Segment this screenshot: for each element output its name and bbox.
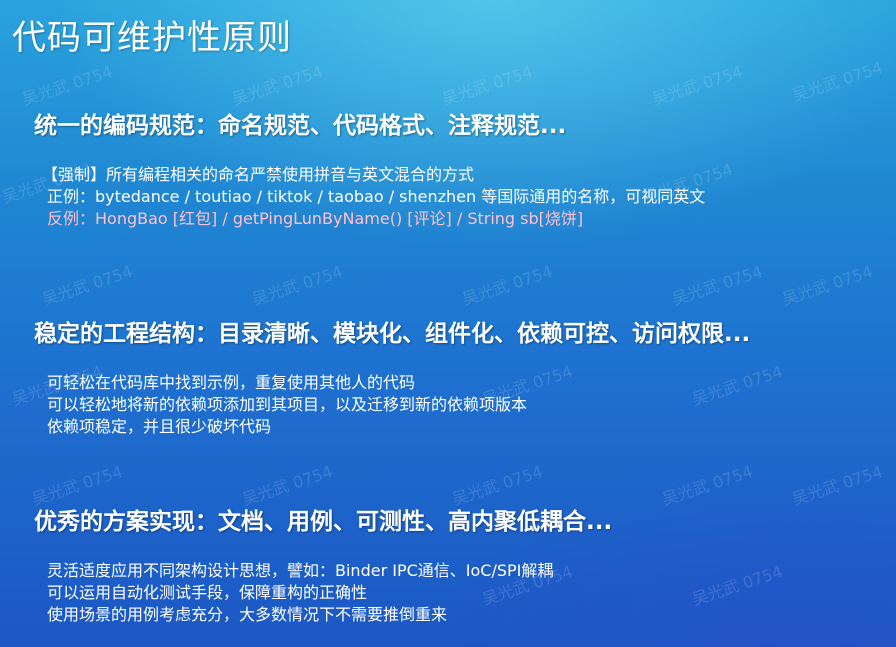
page-title: 代码可维护性原则	[12, 18, 292, 58]
body-line: 可以运用自动化测试手段，保障重构的正确性	[47, 583, 368, 602]
positive-example-line: 正例：bytedance / toutiao / tiktok / taobao…	[47, 187, 706, 206]
watermark: 吴光武 0754	[459, 261, 555, 309]
section-body: 可轻松在代码库中找到示例，重复使用其他人的代码 可以轻松地将新的依赖项添加到其项…	[42, 372, 527, 438]
watermark: 吴光武 0754	[249, 261, 345, 309]
watermark: 吴光武 0754	[669, 261, 765, 309]
rule-line: 【强制】所有编程相关的命名严禁使用拼音与英文混合的方式	[42, 165, 475, 184]
section-heading: 统一的编码规范：命名规范、代码格式、注释规范...	[34, 113, 567, 139]
section-body: 灵活适度应用不同架构设计思想，譬如：Binder IPC通信、IoC/SPI解耦…	[42, 560, 553, 626]
body-line: 使用场景的用例考虑充分，大多数情况下不需要推倒重来	[47, 605, 448, 624]
section-body: 【强制】所有编程相关的命名严禁使用拼音与英文混合的方式 正例：bytedance…	[42, 164, 705, 230]
watermark: 吴光武 0754	[39, 261, 135, 309]
body-line: 可轻松在代码库中找到示例，重复使用其他人的代码	[47, 373, 416, 392]
body-line: 依赖项稳定，并且很少破坏代码	[47, 417, 272, 436]
watermark: 吴光武 0754	[229, 61, 325, 109]
watermark: 吴光武 0754	[649, 61, 745, 109]
watermark: 吴光武 0754	[439, 61, 535, 109]
body-line: 可以轻松地将新的依赖项添加到其项目，以及迁移到新的依赖项版本	[47, 395, 528, 414]
watermark: 吴光武 0754	[19, 61, 115, 109]
watermark: 吴光武 0754	[789, 57, 885, 105]
watermark: 吴光武 0754	[659, 461, 755, 509]
watermark: 吴光武 0754	[789, 461, 885, 509]
watermark: 吴光武 0754	[689, 361, 785, 409]
section-heading: 优秀的方案实现：文档、用例、可测性、高内聚低耦合...	[34, 509, 613, 535]
watermark: 吴光武 0754	[779, 261, 875, 309]
section-heading: 稳定的工程结构：目录清晰、模块化、组件化、依赖可控、访问权限...	[34, 321, 751, 347]
body-line: 灵活适度应用不同架构设计思想，譬如：Binder IPC通信、IoC/SPI解耦	[47, 561, 554, 580]
watermark: 吴光武 0754	[689, 561, 785, 609]
negative-example-line: 反例：HongBao [红包] / getPingLunByName() [评论…	[47, 209, 584, 228]
